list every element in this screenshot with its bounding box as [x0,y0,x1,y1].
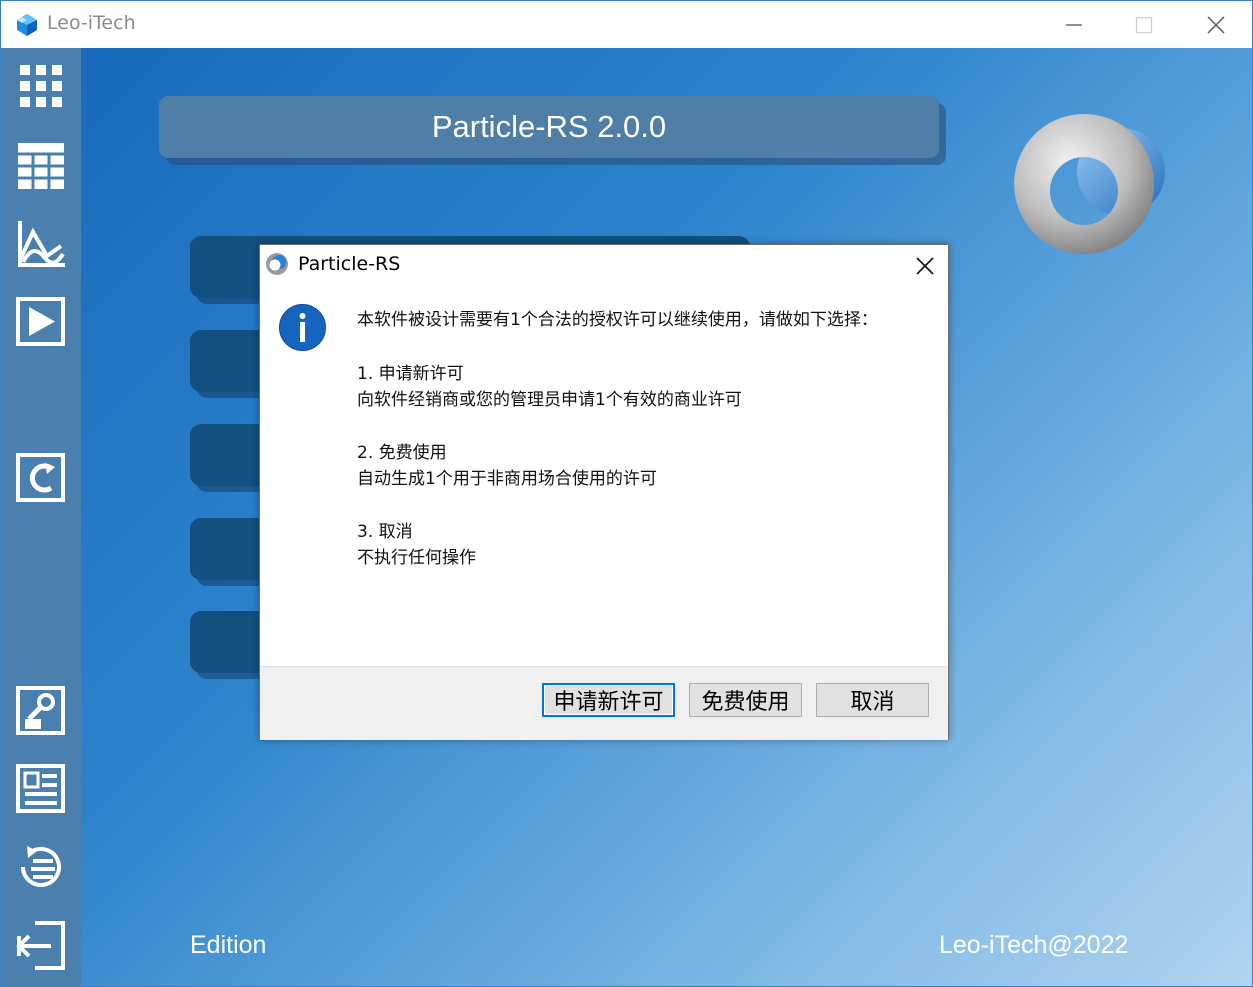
app-logo-icon [17,14,37,36]
info-icon [279,304,326,351]
minimize-icon [1066,23,1082,26]
window-title: Leo-iTech [47,12,136,34]
close-icon [1207,16,1225,33]
copyright-label: Leo-iTech@2022 [939,931,1129,959]
option-heading: 3. 取消 [357,522,413,542]
sidebar-item-refresh[interactable] [15,452,67,504]
sidebar-item-exit[interactable] [15,920,67,972]
option-description: 自动生成1个用于非商用场合使用的许可 [357,469,657,489]
app-icon [266,253,288,275]
sidebar-item-table[interactable] [15,140,67,192]
chart-icon [18,221,65,267]
close-button[interactable] [1181,1,1251,48]
grid-icon [20,65,62,107]
image-search-icon [16,686,65,735]
minimize-button[interactable] [1039,1,1109,48]
dialog-footer: 申请新许可 免费使用 取消 [260,666,948,740]
maximize-icon [1135,16,1153,33]
license-dialog: Particle-RS 本软件被设计需要有1个合法的授权许可以继续使用，请做如下… [259,244,949,740]
dialog-intro-text: 本软件被设计需要有1个合法的授权许可以继续使用，请做如下选择： [357,310,878,330]
edition-label: Edition [190,931,267,959]
report-icon [16,764,65,813]
dialog-title: Particle-RS [298,253,401,275]
option-description: 向软件经销商或您的管理员申请1个有效的商业许可 [357,390,742,410]
sidebar-item-list[interactable] [15,841,67,893]
sidebar-item-overview[interactable] [15,63,67,115]
dialog-close-button[interactable] [905,249,945,283]
table-icon [18,143,64,189]
sidebar-item-play[interactable] [15,296,67,348]
cancel-button[interactable]: 取消 [816,683,929,717]
product-logo-icon [1014,114,1165,254]
option-heading: 2. 免费使用 [357,443,447,463]
exit-icon [16,921,65,970]
sidebar-item-image-analysis[interactable] [15,685,67,737]
list-icon [21,846,61,887]
product-title-banner: Particle-RS 2.0.0 [159,96,939,158]
refresh-icon [16,453,65,502]
sidebar-item-chart[interactable] [15,218,67,270]
title-bar[interactable]: Leo-iTech [1,1,1252,48]
sidebar [1,48,81,986]
close-icon [916,257,934,275]
free-use-button[interactable]: 免费使用 [689,683,802,717]
option-description: 不执行任何操作 [357,548,476,568]
apply-license-button[interactable]: 申请新许可 [542,683,675,717]
main-window: Leo-iTech Particle-RS 2.0.0 Edition Leo-… [0,0,1253,987]
option-heading: 1. 申请新许可 [357,364,464,384]
play-icon [16,297,65,346]
sidebar-item-report[interactable] [15,763,67,815]
maximize-button[interactable] [1109,1,1179,48]
